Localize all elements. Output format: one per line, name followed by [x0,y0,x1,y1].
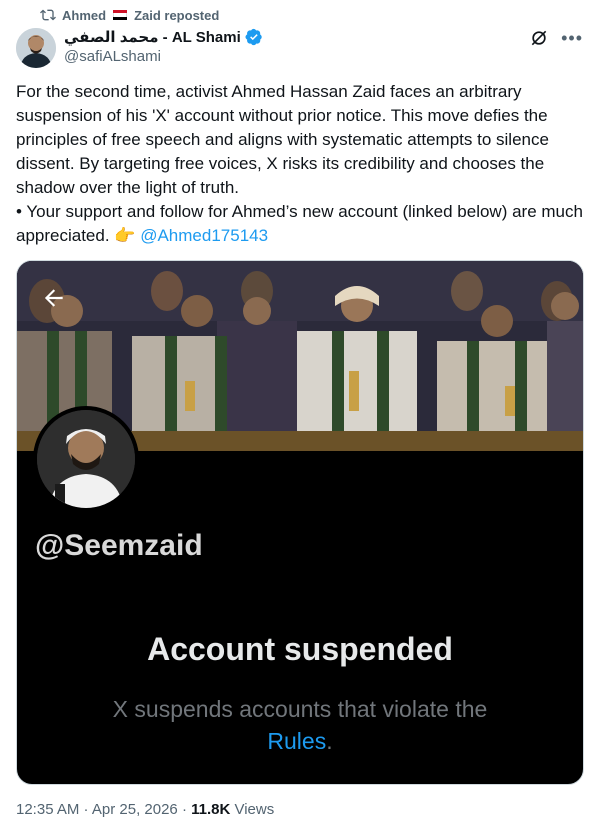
back-arrow-icon[interactable] [37,281,71,315]
views-label: Views [230,801,275,818]
suspended-handle: @Seemzaid [35,529,203,562]
tweet-actions-top: ••• [529,28,583,48]
tweet-text: For the second time, activist Ahmed Hass… [16,80,584,248]
tweet-meta: 12:35 AM · Apr 25, 2026 · 11.8K Views [16,801,274,818]
reposter-name-start[interactable]: Ahmed [62,8,106,23]
tweet-timestamp[interactable]: 12:35 AM · Apr 25, 2026 · [16,801,191,818]
author-display-name[interactable]: محمد الصفي - AL Shami [64,28,241,46]
pointing-emoji: 👉 [114,226,136,245]
media-image[interactable]: @Seemzaid Account suspended X suspends a… [16,260,584,785]
yemen-flag-icon [113,10,128,20]
mention-link[interactable]: @Ahmed175143 [140,226,268,245]
suspended-period: . [326,728,333,754]
tweet-paragraph-2: • Your support and follow for Ahmed’s ne… [16,200,584,248]
author-avatar[interactable] [16,28,56,68]
tweet-paragraph-2-text: • Your support and follow for Ahmed’s ne… [16,202,583,245]
repost-icon [40,9,56,21]
suspended-desc-text: X suspends accounts that violate the [112,696,488,722]
reposter-name-end[interactable]: Zaid reposted [134,8,219,23]
author-handle[interactable]: @safiALshami [64,48,161,65]
grok-icon[interactable] [529,28,549,48]
suspended-description: X suspends accounts that violate the Rule… [77,693,523,757]
verified-icon [245,28,262,46]
repost-header: Ahmed Zaid reposted [40,6,219,24]
views-count: 11.8K [191,801,231,818]
suspended-title: Account suspended [147,631,453,667]
author-name-row[interactable]: محمد الصفي - AL Shami [64,27,263,47]
rules-link: Rules [267,728,327,754]
more-icon[interactable]: ••• [561,28,583,48]
suspended-profile-avatar [33,406,139,512]
tweet-paragraph-1: For the second time, activist Ahmed Hass… [16,82,549,197]
